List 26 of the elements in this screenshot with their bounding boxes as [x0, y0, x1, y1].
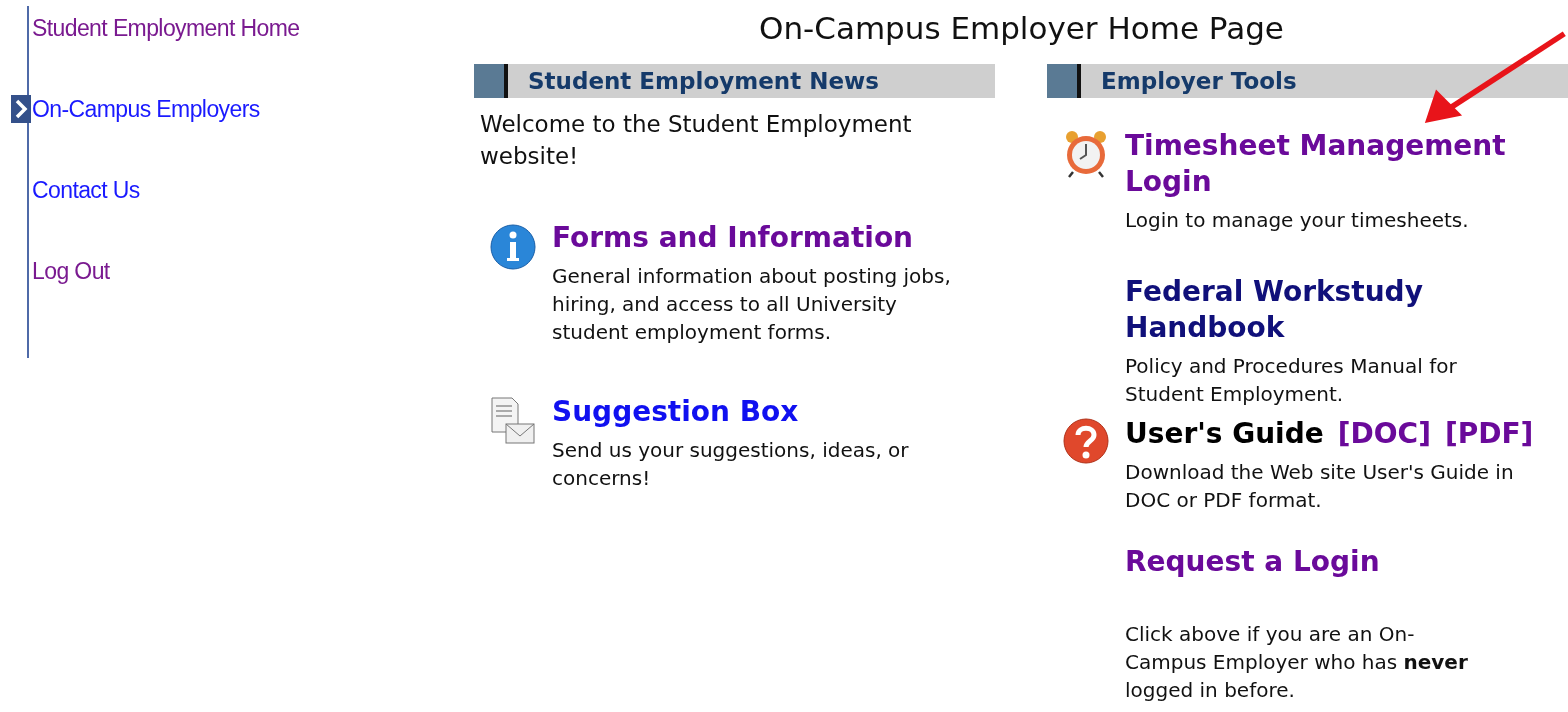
help-icon: [1063, 416, 1109, 466]
section-link[interactable]: Timesheet Management Login: [1125, 128, 1525, 200]
section-link[interactable]: Forms and Information: [552, 221, 914, 254]
page-title: On-Campus Employer Home Page: [759, 10, 1285, 48]
alarm-clock-icon: [1063, 128, 1109, 178]
sidebar-link[interactable]: Student Employment Home: [32, 15, 300, 42]
section-link[interactable]: Suggestion Box: [552, 395, 799, 428]
section-header: Student Employment News: [474, 64, 995, 98]
sidebar-link[interactable]: On-Campus Employers: [32, 96, 260, 123]
description-text: Login to manage your timesheets.: [1125, 207, 1470, 234]
section-link[interactable]: Federal Workstudy Handbook: [1125, 274, 1525, 346]
description-text: Download the Web site User's Guide in DOC or PDF format.: [1125, 459, 1515, 514]
section-header: Employer Tools: [1047, 64, 1568, 98]
description-text: Policy and Procedures Manual for Student Employment.: [1125, 353, 1458, 408]
sidebar-link[interactable]: Log Out: [32, 258, 110, 285]
document-mail-icon: [490, 396, 536, 446]
description-text: Click above if you are an On-Campus Employer who has never logged in before.: [1125, 621, 1469, 704]
section-link[interactable]: User's Guide: [1125, 416, 1324, 452]
info-icon: [490, 222, 536, 272]
description-text: General information about posting jobs, hiring, and access to all University student employment forms.: [552, 263, 952, 346]
document-link[interactable]: [DOC]: [1337, 416, 1431, 452]
welcome-text: Welcome to the Student Employment website!: [480, 110, 913, 171]
description-text: Send us your suggestions, ideas, or concerns!: [552, 437, 910, 492]
document-link[interactable]: [PDF]: [1444, 416, 1534, 452]
sidebar-link[interactable]: Contact Us: [32, 177, 140, 204]
section-link[interactable]: Request a Login: [1125, 544, 1525, 580]
